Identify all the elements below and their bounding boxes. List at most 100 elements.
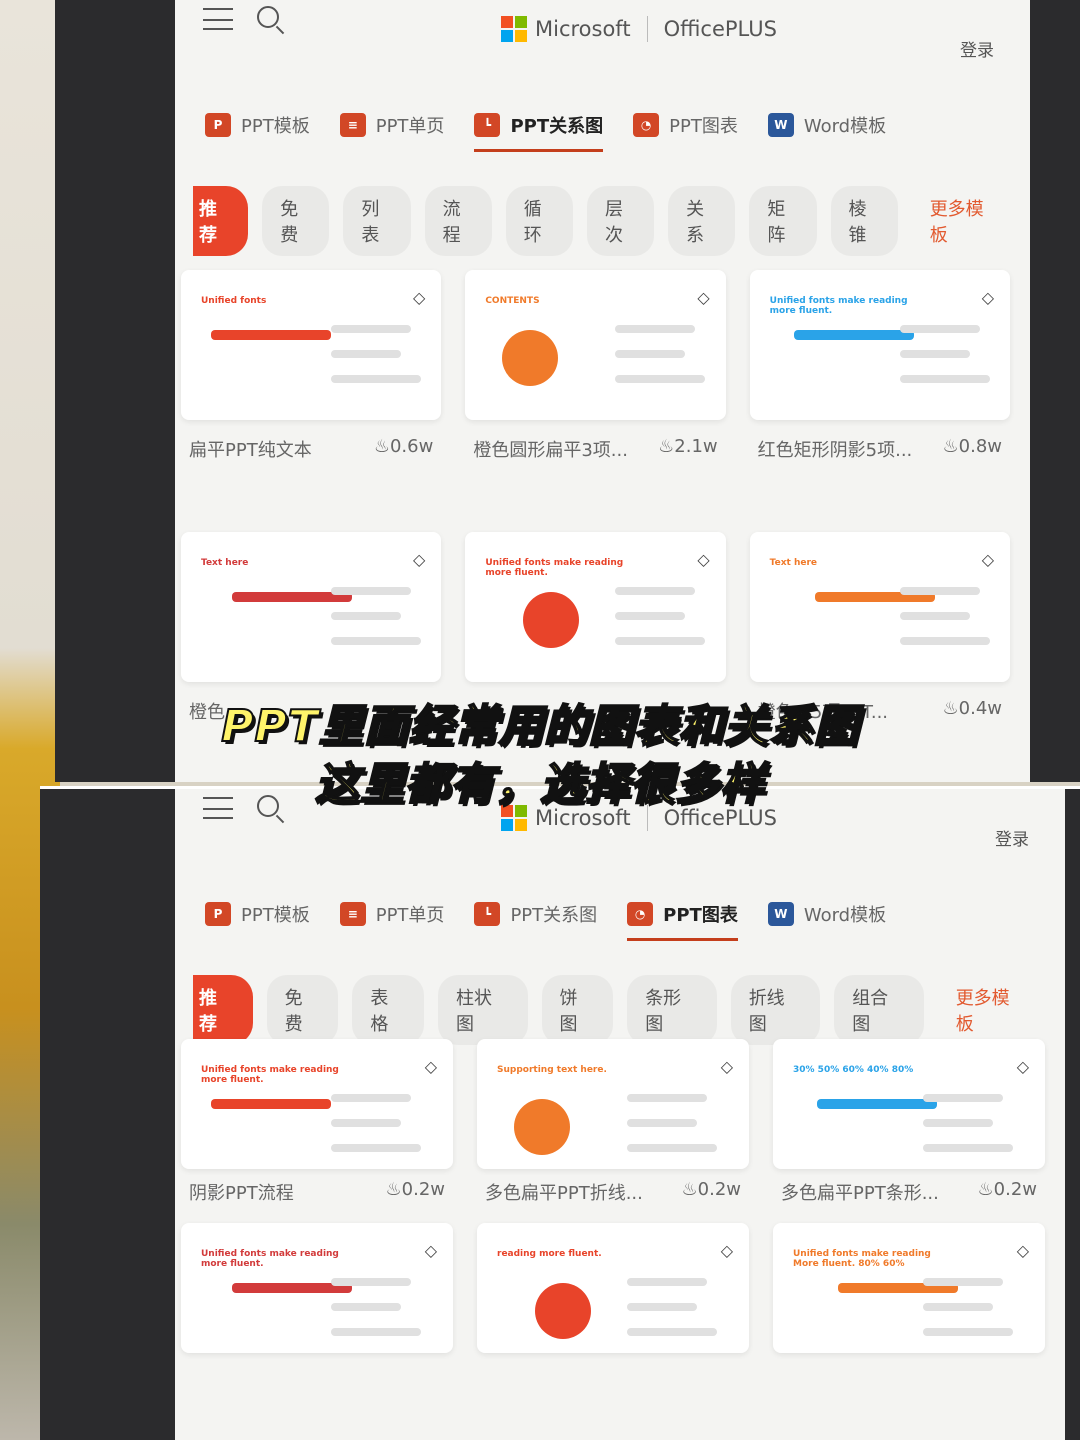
template-thumbnail[interactable]: ◇ Unified fonts make reading more fluent… (749, 270, 1010, 420)
diamond-premium-icon: ◇ (697, 550, 710, 569)
thumbnail-line (899, 375, 990, 383)
filter-chip[interactable]: 免费 (266, 975, 339, 1045)
thumbnail-line (627, 1119, 697, 1127)
thumbnail-line (923, 1278, 1003, 1286)
menu-icon[interactable] (203, 8, 233, 30)
template-title[interactable]: 红色矩形阴影5项... (758, 436, 913, 510)
thumbnail-line (899, 612, 970, 620)
template-thumbnail[interactable]: ◇ reading more fluent. (477, 1223, 749, 1353)
template-thumbnail[interactable]: ◇ Unified fonts make reading more fluent… (181, 1223, 453, 1353)
logo[interactable]: Microsoft OfficePLUS (501, 16, 777, 42)
tab-label: PPT关系图 (510, 116, 604, 137)
diamond-premium-icon: ◇ (1016, 1241, 1029, 1260)
tab-3[interactable]: ◔ PPT图表 (633, 112, 738, 152)
filter-chips: 推荐 免费 列表 流程 循环 层次 关系 矩阵 棱锥 更多模板 (193, 186, 1010, 256)
tab-label: PPT关系图 (510, 905, 598, 926)
template-card[interactable]: ◇ Supporting text here. 多色扁平PPT折线... ♨0.2… (477, 1039, 749, 1209)
thumbnail-line (331, 1278, 411, 1286)
diamond-premium-icon: ◇ (981, 550, 994, 569)
tab-1[interactable]: ≡ PPT单页 (339, 901, 444, 941)
template-thumbnail[interactable]: ◇ Unified fonts (181, 270, 442, 420)
diagram-icon: ┗ (474, 902, 501, 926)
template-thumbnail[interactable]: ◇ Unified fonts make reading More fluent… (773, 1223, 1045, 1353)
filter-chip[interactable]: 免费 (262, 186, 330, 256)
template-thumbnail[interactable]: ◇ CONTENTS (465, 270, 726, 420)
filter-chip[interactable]: 关系 (668, 186, 736, 256)
views-count: ♨0.2w (977, 1179, 1038, 1200)
template-card[interactable]: ◇ Unified fonts make reading more fluent… (181, 1223, 453, 1393)
tab-label: PPT单页 (375, 116, 445, 137)
tab-2[interactable]: ┗ PPT关系图 (474, 901, 597, 941)
category-tabs: P PPT模板 ≡ PPT单页 ┗ PPT关系图 ◔ PPT图表 W Word模板 (205, 901, 886, 941)
more-templates-link[interactable]: 更多模板 (912, 186, 1010, 256)
template-thumbnail[interactable]: ◇ 30% 50% 60% 40% 80% (773, 1039, 1045, 1169)
filter-chip[interactable]: 饼图 (541, 975, 614, 1045)
thumbnail-text: reading more fluent. (497, 1249, 602, 1259)
filter-chip[interactable]: 组合图 (834, 975, 924, 1045)
filter-chip[interactable]: 棱锥 (830, 186, 898, 256)
filter-chip[interactable]: 条形图 (627, 975, 717, 1045)
template-thumbnail[interactable]: ◇ Unified fonts make reading more fluent… (465, 532, 726, 682)
brand-product: OfficePLUS (663, 17, 777, 41)
login-link[interactable]: 登录 (960, 36, 994, 61)
flame-icon: ♨ (977, 1179, 994, 1200)
diamond-premium-icon: ◇ (413, 550, 426, 569)
thumbnail-line (923, 1119, 993, 1127)
login-link[interactable]: 登录 (995, 825, 1029, 850)
filter-chip[interactable]: 表格 (352, 975, 425, 1045)
tab-1[interactable]: ≡ PPT单页 (339, 112, 445, 152)
filter-chip[interactable]: 流程 (424, 186, 492, 256)
tab-label: PPT模板 (241, 116, 310, 137)
filter-chip[interactable]: 推荐 (193, 975, 253, 1045)
thumbnail-line (899, 587, 980, 595)
thumbnail-line (899, 350, 970, 358)
template-title[interactable]: 阴影PPT流程 (189, 1179, 294, 1209)
template-title[interactable]: 扁平PPT纯文本 (189, 436, 312, 510)
more-templates-link[interactable]: 更多模板 (938, 975, 1045, 1045)
tab-2[interactable]: ┗ PPT关系图 (474, 112, 603, 152)
template-thumbnail[interactable]: ◇ Unified fonts make reading more fluent… (181, 1039, 453, 1169)
search-icon[interactable] (257, 6, 279, 28)
filter-chip[interactable]: 推荐 (193, 186, 249, 256)
thumbnail-line (615, 325, 696, 333)
filter-chip[interactable]: 层次 (586, 186, 655, 256)
filter-chip[interactable]: 折线图 (730, 975, 821, 1045)
template-grid: ◇ Unified fonts make reading more fluent… (181, 1039, 1045, 1393)
thumbnail-text: Text here (769, 558, 817, 568)
thumbnail-line (331, 1119, 401, 1127)
filter-chip[interactable]: 列表 (343, 186, 411, 256)
template-card[interactable]: ◇ CONTENTS 橙色圆形扁平3项... ♨2.1w (465, 270, 726, 510)
diamond-premium-icon: ◇ (424, 1057, 437, 1076)
tab-4[interactable]: W Word模板 (767, 901, 886, 941)
template-thumbnail[interactable]: ◇ Supporting text here. (477, 1039, 749, 1169)
template-card[interactable]: ◇ Unified fonts 扁平PPT纯文本 ♨0.6w (181, 270, 442, 510)
thumbnail-line (627, 1094, 707, 1102)
thumbnail-line (627, 1328, 717, 1336)
filter-chip[interactable]: 循环 (505, 186, 573, 256)
tab-0[interactable]: P PPT模板 (205, 901, 310, 941)
template-title[interactable]: 多色扁平PPT条形... (781, 1179, 939, 1209)
template-title[interactable]: 多色扁平PPT折线... (485, 1179, 643, 1209)
thumbnail-line (627, 1144, 717, 1152)
template-card[interactable]: ◇ Unified fonts make reading More fluent… (773, 1223, 1045, 1393)
thumbnail-shape (502, 330, 559, 386)
diamond-premium-icon: ◇ (424, 1241, 437, 1260)
template-card[interactable]: ◇ reading more fluent. (477, 1223, 749, 1393)
template-title[interactable]: 橙色圆形扁平3项... (473, 436, 628, 510)
thumbnail-line (615, 637, 706, 645)
thumbnail-text: Unified fonts make reading More fluent. … (793, 1249, 931, 1269)
template-thumbnail[interactable]: ◇ Text here (181, 532, 442, 682)
template-card[interactable]: ◇ 30% 50% 60% 40% 80% 多色扁平PPT条形... ♨0.2w (773, 1039, 1045, 1209)
filter-chip[interactable]: 矩阵 (749, 186, 817, 256)
thumbnail-line (923, 1303, 993, 1311)
template-card[interactable]: ◇ Unified fonts make reading more fluent… (749, 270, 1010, 510)
flame-icon: ♨ (385, 1179, 402, 1200)
tab-0[interactable]: P PPT模板 (205, 112, 310, 152)
filter-chip[interactable]: 柱状图 (438, 975, 528, 1045)
template-card[interactable]: ◇ Unified fonts make reading more fluent… (181, 1039, 453, 1209)
template-thumbnail[interactable]: ◇ Text here (749, 532, 1010, 682)
tab-4[interactable]: W Word模板 (767, 112, 886, 152)
diamond-premium-icon: ◇ (720, 1057, 733, 1076)
thumbnail-line (627, 1278, 707, 1286)
tab-3[interactable]: ◔ PPT图表 (627, 901, 738, 941)
